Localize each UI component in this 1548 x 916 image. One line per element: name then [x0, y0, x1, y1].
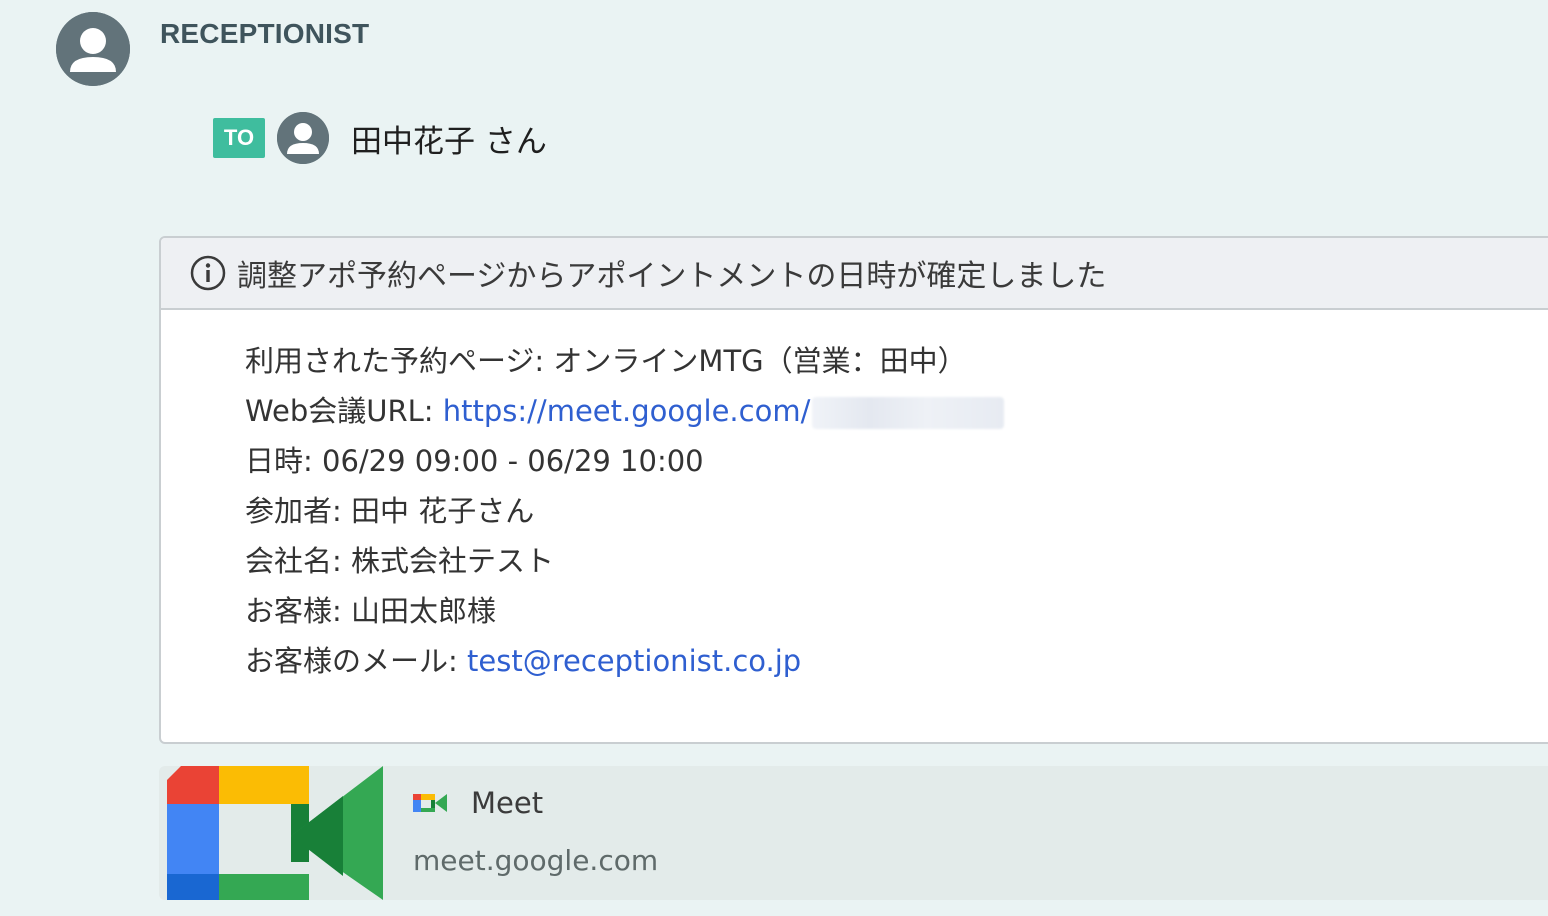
card-header: 調整アポ予約ページからアポイントメントの日時が確定しました [161, 238, 1548, 310]
google-meet-icon [413, 788, 451, 818]
booking-page-label: 利用された予約ページ: [245, 344, 554, 378]
link-preview-title[interactable]: Meet [471, 786, 543, 820]
booking-page-line: 利用された予約ページ: オンラインMTG（営業：田中） [245, 336, 1548, 386]
link-preview-title-row: Meet [413, 786, 543, 820]
company-value: 株式会社テスト [351, 544, 555, 578]
link-preview-card[interactable]: Meet meet.google.com [159, 766, 1548, 900]
info-icon [189, 254, 227, 292]
notification-card: 調整アポ予約ページからアポイントメントの日時が確定しました 利用された予約ページ… [159, 236, 1548, 744]
google-meet-icon [167, 766, 383, 900]
redacted-url-segment [812, 397, 1005, 429]
customer-email-link[interactable]: test@receptionist.co.jp [467, 644, 801, 678]
customer-label: お客様: [245, 594, 351, 628]
participants-value: 田中 花子さん [351, 494, 535, 528]
booking-page-value: オンラインMTG（営業：田中） [553, 344, 967, 378]
datetime-value: 06/29 09:00 - 06/29 10:00 [322, 444, 704, 478]
company-label: 会社名: [245, 544, 351, 578]
participants-label: 参加者: [245, 494, 351, 528]
recipient-row: TO 田中花子 さん [213, 112, 547, 164]
datetime-label: 日時: [245, 444, 322, 478]
link-preview-domain: meet.google.com [413, 844, 659, 877]
participants-line: 参加者: 田中 花子さん [245, 486, 1548, 536]
customer-email-label: お客様のメール: [245, 644, 467, 678]
datetime-line: 日時: 06/29 09:00 - 06/29 10:00 [245, 436, 1548, 486]
customer-value: 山田太郎様 [351, 594, 497, 628]
company-line: 会社名: 株式会社テスト [245, 536, 1548, 586]
card-title: 調整アポ予約ページからアポイントメントの日時が確定しました [237, 259, 1107, 294]
card-body: 利用された予約ページ: オンラインMTG（営業：田中） Web会議URL: ht… [161, 310, 1548, 686]
chat-message: RECEPTIONIST TO 田中花子 さん 調整アポ予約ページからアポイント… [0, 0, 1548, 916]
user-avatar-icon[interactable] [56, 12, 130, 86]
to-badge: TO [213, 118, 265, 158]
customer-email-line: お客様のメール: test@receptionist.co.jp [245, 636, 1548, 686]
web-meeting-url-line: Web会議URL: https://meet.google.com/ [245, 386, 1548, 436]
user-avatar-icon[interactable] [277, 112, 329, 164]
customer-line: お客様: 山田太郎様 [245, 586, 1548, 636]
web-meeting-url-label: Web会議URL: [245, 394, 443, 428]
recipient-name[interactable]: 田中花子 さん [351, 116, 547, 161]
web-meeting-url-link[interactable]: https://meet.google.com/ [443, 394, 811, 428]
sender-name[interactable]: RECEPTIONIST [160, 18, 369, 50]
